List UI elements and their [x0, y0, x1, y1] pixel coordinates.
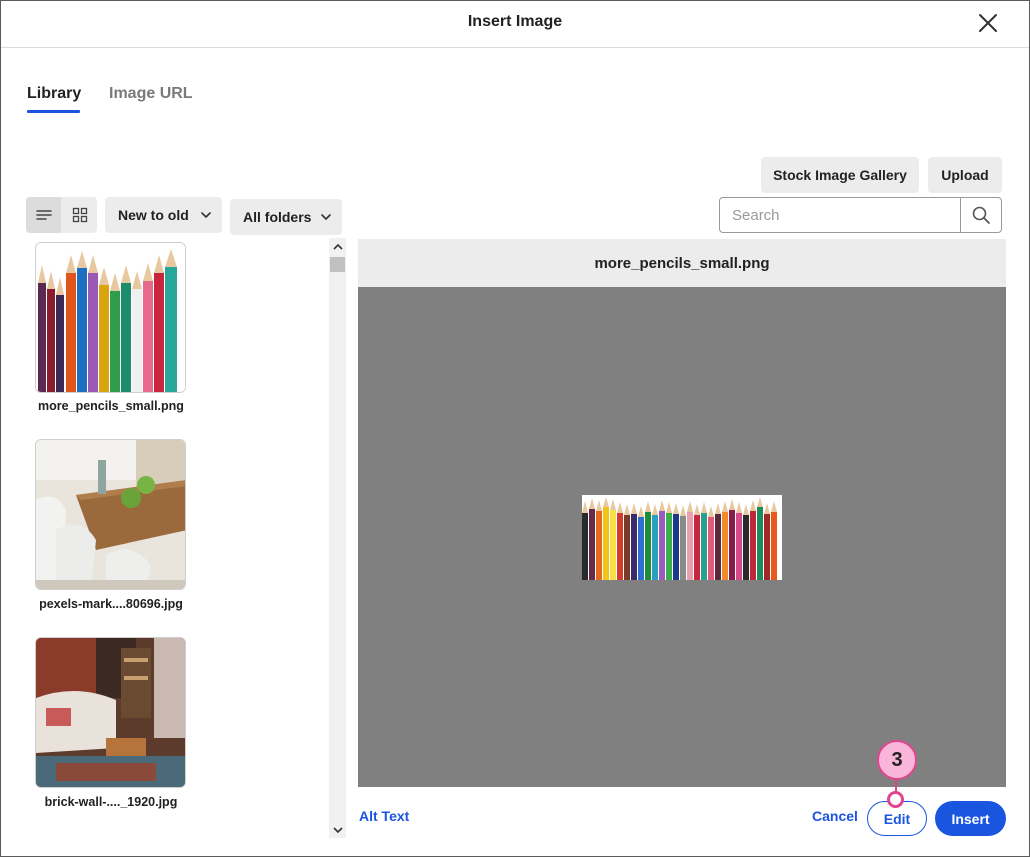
cancel-button[interactable]: Cancel — [812, 808, 858, 824]
preview-image — [582, 495, 782, 580]
dialog-title: Insert Image — [467, 13, 563, 30]
thumbnail-label: pexels-mark....80696.jpg — [39, 597, 183, 611]
sort-dropdown[interactable]: New to old — [105, 197, 222, 233]
tab-library[interactable]: Library — [27, 85, 81, 103]
step-callout-dot — [887, 791, 904, 808]
active-tab-indicator — [27, 110, 80, 113]
close-icon — [979, 14, 997, 32]
scroll-down-button[interactable] — [329, 821, 346, 838]
scroll-up-button[interactable] — [329, 238, 346, 255]
dining-table-image — [36, 440, 185, 589]
sort-dropdown-value: New to old — [118, 207, 189, 223]
file-list-scrollbar[interactable] — [329, 238, 346, 838]
search-button[interactable] — [960, 198, 1001, 232]
grid-view-button[interactable] — [62, 197, 97, 233]
folder-dropdown[interactable]: All folders — [230, 199, 342, 235]
alt-text-link[interactable]: Alt Text — [359, 808, 409, 824]
step-number-badge: 3 — [877, 740, 917, 780]
list-view-icon — [35, 210, 52, 220]
search-input[interactable] — [720, 198, 960, 232]
dialog-header: Insert Image — [1, 1, 1029, 48]
insert-image-dialog: Insert Image Library Image URL Stock Ima… — [0, 0, 1030, 857]
preview-filename: more_pencils_small.png — [358, 239, 1006, 287]
folder-dropdown-value: All folders — [243, 209, 312, 225]
close-button[interactable] — [976, 11, 1000, 35]
chevron-down-icon — [332, 826, 343, 833]
insert-button[interactable]: Insert — [935, 801, 1006, 836]
search-box — [719, 197, 1002, 233]
tab-image-url[interactable]: Image URL — [109, 85, 193, 103]
image-thumbnail-dining[interactable] — [35, 439, 186, 590]
thumbnail-label: more_pencils_small.png — [38, 399, 184, 413]
search-icon — [972, 206, 990, 224]
living-room-image — [36, 638, 185, 787]
image-thumbnail-pencils[interactable] — [35, 242, 186, 393]
colored-pencils-image — [36, 243, 185, 392]
chevron-down-icon — [201, 212, 211, 218]
scrollbar-thumb[interactable] — [330, 257, 345, 272]
view-toggle — [26, 197, 97, 233]
image-thumbnail-living-room[interactable] — [35, 637, 186, 788]
image-preview-panel: more_pencils_small.png — [358, 239, 1006, 787]
list-view-button[interactable] — [26, 197, 61, 233]
chevron-up-icon — [332, 243, 343, 250]
image-library-list: more_pencils_small.png pexels-mark....80… — [26, 238, 326, 838]
grid-view-icon — [72, 207, 87, 223]
stock-image-gallery-button[interactable]: Stock Image Gallery — [761, 157, 919, 193]
chevron-down-icon — [321, 214, 331, 220]
upload-button[interactable]: Upload — [928, 157, 1002, 193]
thumbnail-label: brick-wall-...._1920.jpg — [44, 795, 178, 809]
